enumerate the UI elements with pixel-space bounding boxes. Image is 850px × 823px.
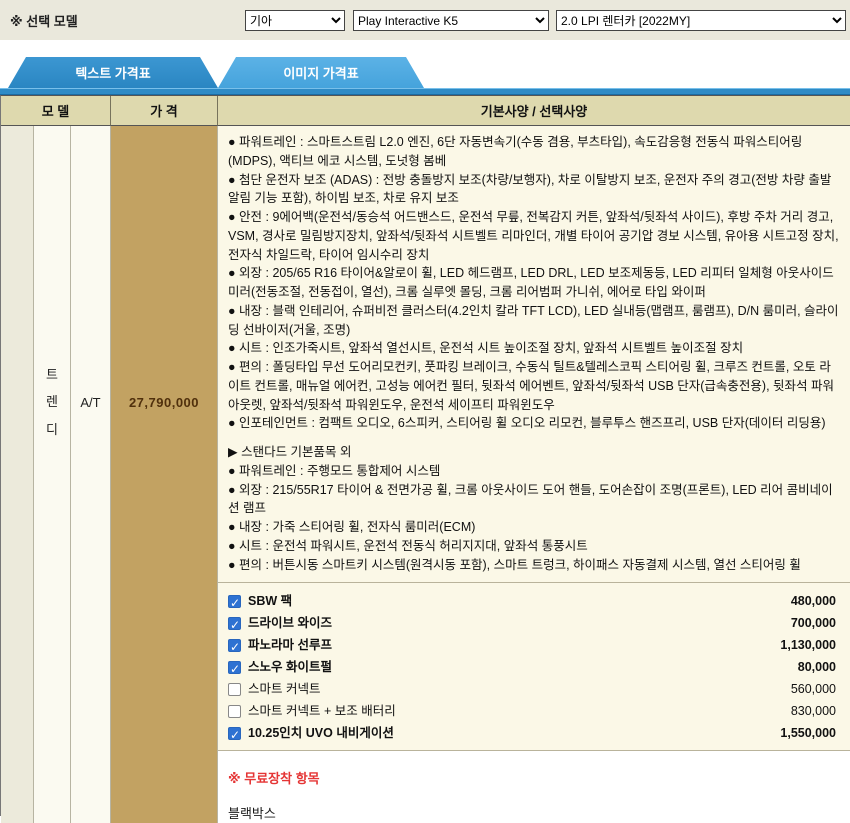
option-price: 700,000 [790,615,836,630]
standard-specs-list: ▶ 스탠다드 기본품목 외 ● 파워트레인 : 주행모드 통합제어 시스템 ● 외장… [218,437,850,582]
option-row[interactable]: 파노라마 선루프 1,130,000 [226,634,842,656]
spec-line: ● 시트 : 운전석 파워시트, 운전석 전동식 허리지지대, 앞좌석 통풍시트 [228,538,588,553]
option-label: SBW 팩 [248,593,293,608]
price-cell: 27,790,000 [111,126,218,823]
option-label: 드라이브 와이즈 [248,615,332,630]
transmission-cell: A/T [71,126,111,823]
header-specs: 기본사양 / 선택사양 [218,96,850,126]
option-price: 480,000 [790,593,836,608]
option-checkbox[interactable] [228,726,241,744]
tab-image-price[interactable]: 이미지 가격표 [218,57,424,88]
option-checkbox[interactable] [228,704,241,718]
spec-line: ● 편의 : 폴딩타입 무선 도어리모컨키, 풋파킹 브레이크, 수동식 틸트&… [228,360,835,412]
option-row[interactable]: 10.25인치 UVO 내비게이션 1,550,000 [226,722,842,744]
tabs-bar: 텍스트 가격표 이미지 가격표 [0,40,850,88]
option-label: 10.25인치 UVO 내비게이션 [248,725,394,740]
header-price: 가 격 [111,96,218,126]
model-selector-bar: ※ 선택 모델 기아 Play Interactive K5 2.0 LPI 렌… [0,0,850,40]
spec-line: ● 내장 : 가죽 스티어링 휠, 전자식 룸미러(ECM) [228,520,476,534]
select-model-label: ※ 선택 모델 [10,13,78,29]
option-price: 1,550,000 [780,725,836,740]
option-label: 스노우 화이트펄 [248,659,332,674]
option-label: 파노라마 선루프 [248,637,332,652]
spec-line: ● 안전 : 9에어백(운전석/동승석 어드밴스드, 운전석 무릎, 전복감지 … [228,210,839,262]
option-row[interactable]: 스마트 커넥트 + 보조 배터리 830,000 [226,700,842,722]
base-price: 27,790,000 [128,394,200,410]
option-checkbox[interactable] [228,594,241,612]
option-checkbox[interactable] [228,660,241,678]
option-label: 스마트 커넥트 + 보조 배터리 [248,703,396,718]
option-row[interactable]: 스마트 커넥트 560,000 [226,678,842,700]
options-list: SBW 팩 480,000 드라이브 와이즈 700,000 파노라마 선루프 … [218,582,850,752]
transmission-label: A/T [80,394,101,410]
trim-name: 트렌디 [46,367,58,437]
free-items-section: ※ 무료장착 항목 블랙박스 [218,751,850,823]
spec-line: ● 편의 : 버튼시동 스마트키 시스템(원격시동 포함), 스마트 트렁크, … [228,557,801,572]
option-checkbox[interactable] [228,616,241,634]
option-price: 80,000 [797,659,836,674]
option-row[interactable]: 드라이브 와이즈 700,000 [226,612,842,634]
model-select[interactable]: Play Interactive K5 [353,10,549,31]
option-price: 830,000 [790,703,836,718]
spec-line: ● 시트 : 인조가죽시트, 앞좌석 열선시트, 운전석 시트 높이조절 장치,… [228,341,744,356]
brand-select[interactable]: 기아 [245,10,345,31]
spec-line: ● 내장 : 블랙 인테리어, 슈퍼비전 클러스터(4.2인치 칼라 TFT L… [228,303,839,337]
option-checkbox[interactable] [228,682,241,696]
option-price: 560,000 [790,681,836,696]
tab-underbar [0,88,850,95]
specs-column: ● 파워트레인 : 스마트스트림 L2.0 엔진, 6단 자동변속기(수동 겸용… [218,126,850,823]
header-model: 모 델 [1,96,111,126]
price-table: 모 델 가 격 기본사양 / 선택사양 트렌디 A/T 27,790,000 ●… [0,95,850,823]
spec-line: ● 파워트레인 : 주행모드 통합제어 시스템 [228,463,441,478]
spec-line: ▶ 스탠다드 기본품목 외 [228,445,352,459]
trim-name-cell: 트렌디 [34,126,71,823]
option-price: 1,130,000 [780,637,836,652]
spec-line: ● 인포테인먼트 : 컴팩트 오디오, 6스피커, 스티어링 휠 오디오 리모컨… [228,416,826,431]
spec-line: ● 외장 : 205/65 R16 타이어&알로이 휠, LED 헤드램프, L… [228,266,834,299]
spec-line: ● 외장 : 215/55R17 타이어 & 전면가공 휠, 크롬 아웃사이드 … [228,482,833,516]
option-label: 스마트 커넥트 [248,681,321,696]
option-checkbox[interactable] [228,638,241,656]
free-item: 블랙박스 [228,805,276,821]
tab-text-price[interactable]: 텍스트 가격표 [8,57,218,88]
spec-line: ● 파워트레인 : 스마트스트림 L2.0 엔진, 6단 자동변속기(수동 겸용… [228,135,803,168]
trim-select[interactable]: 2.0 LPI 렌터카 [2022MY] [556,10,846,31]
option-row[interactable]: 스노우 화이트펄 80,000 [226,656,842,678]
option-row[interactable]: SBW 팩 480,000 [226,590,842,612]
basic-specs-list: ● 파워트레인 : 스마트스트림 L2.0 엔진, 6단 자동변속기(수동 겸용… [218,126,850,437]
spacer-column [1,126,34,823]
spec-line: ● 첨단 운전자 보조 (ADAS) : 전방 충돌방지 보조(차량/보행자),… [228,172,832,206]
free-items-title: ※ 무료장착 항목 [228,771,320,787]
